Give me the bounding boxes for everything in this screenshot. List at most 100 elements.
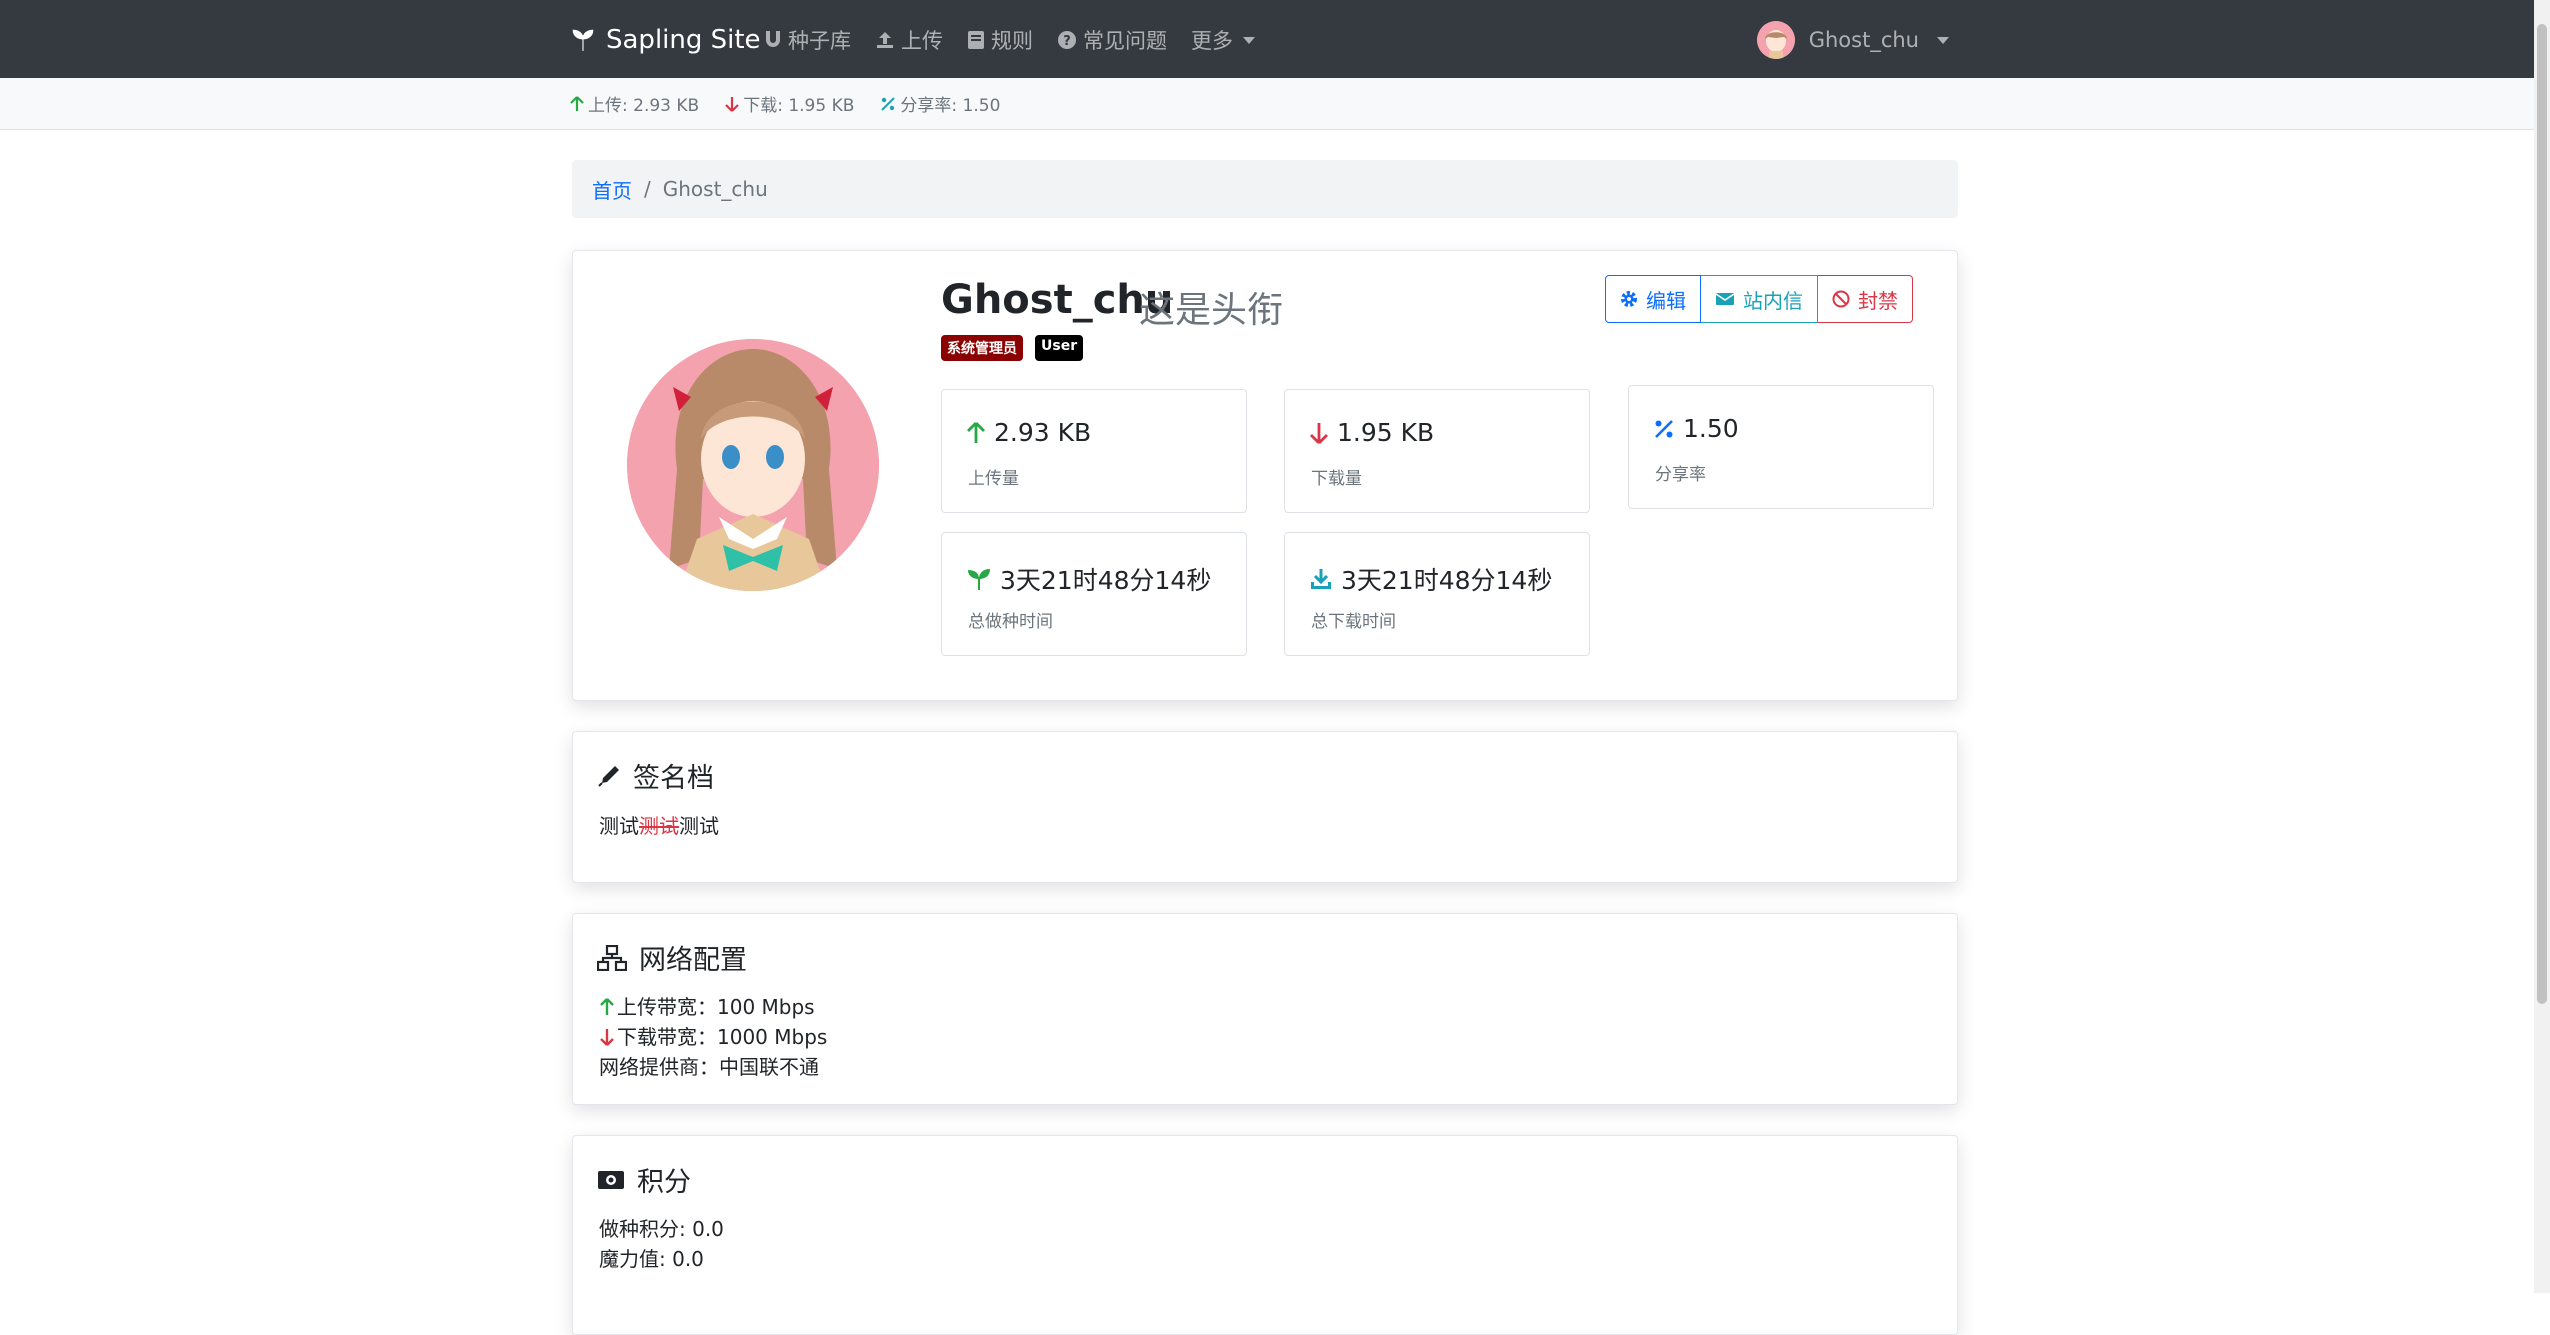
svg-text:?: ?: [1063, 34, 1071, 49]
avatar: [627, 339, 879, 591]
stat-upload-value: 2.93 KB: [994, 418, 1092, 447]
stats-ratio-text: 分享率: 1.50: [900, 96, 1001, 116]
money-icon: [598, 1170, 624, 1189]
stats-download: 下载: 1.95 KB: [725, 91, 854, 116]
stat-ratio-value: 1.50: [1683, 414, 1739, 443]
brand-link[interactable]: Sapling Site: [570, 22, 761, 58]
stats-upload: 上传: 2.93 KB: [570, 91, 699, 116]
network-download-text: 下载带宽：1000 Mbps: [617, 1025, 828, 1049]
points-magic-line: 魔力值: 0.0: [599, 1244, 724, 1274]
ban-icon: [1832, 290, 1850, 308]
stat-download-time-label: 总下载时间: [1311, 612, 1396, 632]
network-download-line: 下载带宽：1000 Mbps: [599, 1022, 827, 1052]
stats-ratio: 分享率: 1.50: [880, 91, 1000, 116]
page-scrollbar[interactable]: [2534, 0, 2550, 1293]
ban-button[interactable]: 封禁: [1818, 275, 1913, 323]
nav-upload-label: 上传: [901, 29, 943, 53]
network-title: 网络配置: [639, 945, 747, 976]
badge-admin: 系统管理员: [941, 335, 1023, 361]
stats-upload-text: 上传: 2.93 KB: [588, 96, 700, 116]
points-magic-text: 魔力值: 0.0: [599, 1247, 704, 1271]
top-navbar: Sapling Site 种子库 上传 规则 ? 常见问题 更多 Ghost_c…: [0, 0, 2534, 78]
user-dropdown[interactable]: Ghost_chu: [1756, 20, 1949, 60]
magnet-icon: [766, 31, 780, 47]
points-heading: 积分: [597, 1160, 691, 1199]
nav-more-dropdown[interactable]: 更多: [1191, 25, 1255, 55]
stat-seed-time-label: 总做种时间: [968, 612, 1053, 632]
profile-actions: 编辑 站内信 封禁: [1605, 275, 1913, 323]
pen-icon: [598, 765, 619, 787]
network-heading: 网络配置: [597, 938, 747, 977]
breadcrumb-home[interactable]: 首页: [592, 175, 632, 204]
nav-faq[interactable]: ? 常见问题: [1057, 25, 1167, 55]
stat-card-seed-time: 3天21时48分14秒 总做种时间: [941, 532, 1247, 656]
stat-download-value: 1.95 KB: [1337, 418, 1435, 447]
signature-text-strike: 测试: [639, 814, 679, 838]
arrow-up-icon: [600, 998, 614, 1015]
points-title: 积分: [637, 1167, 691, 1198]
user-stats-bar: 上传: 2.93 KB 下载: 1.95 KB 分享率: 1.50: [0, 78, 2534, 130]
signature-content: 测试测试测试: [599, 810, 719, 839]
percent-icon: [881, 96, 896, 111]
upload-icon: [877, 32, 893, 48]
network-card: 网络配置 上传带宽：100 Mbps 下载带宽：1000 Mbps 网络提供商：…: [572, 913, 1958, 1105]
nav-upload[interactable]: 上传: [875, 25, 943, 55]
breadcrumb-current: Ghost_chu: [662, 177, 768, 201]
caret-down-icon: [1243, 36, 1255, 44]
stat-ratio-label: 分享率: [1655, 465, 1706, 485]
arrow-up-icon: [967, 421, 985, 443]
caret-down-icon: [1937, 36, 1949, 44]
brand-label: Sapling Site: [606, 25, 761, 55]
envelope-icon: [1715, 293, 1735, 305]
book-icon: [968, 31, 984, 49]
user-name: Ghost_chu: [1808, 28, 1919, 52]
signature-title: 签名档: [633, 763, 714, 794]
stat-download-label: 下载量: [1311, 469, 1362, 489]
nav-rules[interactable]: 规则: [967, 25, 1033, 55]
signature-card: 签名档 测试测试测试: [572, 731, 1958, 883]
message-button[interactable]: 站内信: [1701, 275, 1818, 323]
arrow-down-icon: [1310, 422, 1328, 444]
profile-title: 这是头衔: [1139, 290, 1284, 331]
network-upload-line: 上传带宽：100 Mbps: [599, 992, 827, 1022]
edit-button[interactable]: 编辑: [1605, 275, 1701, 323]
points-seed-text: 做种积分: 0.0: [599, 1217, 724, 1241]
gear-icon: [1621, 291, 1637, 307]
signature-heading: 签名档: [597, 756, 714, 795]
stats-download-text: 下载: 1.95 KB: [743, 96, 855, 116]
arrow-down-icon: [725, 96, 739, 112]
message-label: 站内信: [1743, 288, 1803, 313]
arrow-up-icon: [570, 95, 584, 111]
breadcrumb: 首页 / Ghost_chu: [572, 160, 1958, 218]
signature-text-before: 测试: [599, 814, 639, 838]
profile-card: Ghost_chu 这是头衔 系统管理员 User 编辑 站内信 封禁 2.93…: [572, 250, 1958, 701]
stat-download-time-value: 3天21时48分14秒: [1341, 566, 1553, 595]
avatar-small: [1756, 21, 1795, 59]
points-card: 积分 做种积分: 0.0 魔力值: 0.0: [572, 1135, 1958, 1335]
network-upload-text: 上传带宽：100 Mbps: [617, 995, 815, 1019]
nav-faq-label: 常见问题: [1083, 29, 1167, 53]
nav-torrents-label: 种子库: [788, 29, 851, 53]
network-icon: [597, 944, 627, 971]
sapling-icon: [572, 29, 594, 51]
stat-upload-label: 上传量: [968, 469, 1019, 489]
stat-card-download: 1.95 KB 下载量: [1284, 389, 1590, 513]
question-icon: ?: [1058, 31, 1076, 49]
breadcrumb-separator: /: [644, 177, 651, 201]
ban-label: 封禁: [1858, 288, 1898, 313]
nav-torrents[interactable]: 种子库: [764, 25, 851, 55]
network-isp-line: 网络提供商：中国联不通: [599, 1052, 827, 1082]
stat-card-download-time: 3天21时48分14秒 总下载时间: [1284, 532, 1590, 656]
signature-text-after: 测试: [679, 814, 719, 838]
stat-seed-time-value: 3天21时48分14秒: [1000, 566, 1212, 595]
badge-user: User: [1035, 335, 1084, 361]
stat-card-ratio: 1.50 分享率: [1628, 385, 1934, 509]
points-seed-line: 做种积分: 0.0: [599, 1214, 724, 1244]
stat-card-upload: 2.93 KB 上传量: [941, 389, 1247, 513]
edit-label: 编辑: [1646, 288, 1686, 313]
nav-more-label: 更多: [1191, 29, 1233, 53]
nav-rules-label: 规则: [991, 29, 1033, 53]
percent-icon: [1655, 419, 1673, 438]
seedling-icon: [968, 569, 990, 590]
scrollbar-thumb[interactable]: [2537, 24, 2547, 1004]
